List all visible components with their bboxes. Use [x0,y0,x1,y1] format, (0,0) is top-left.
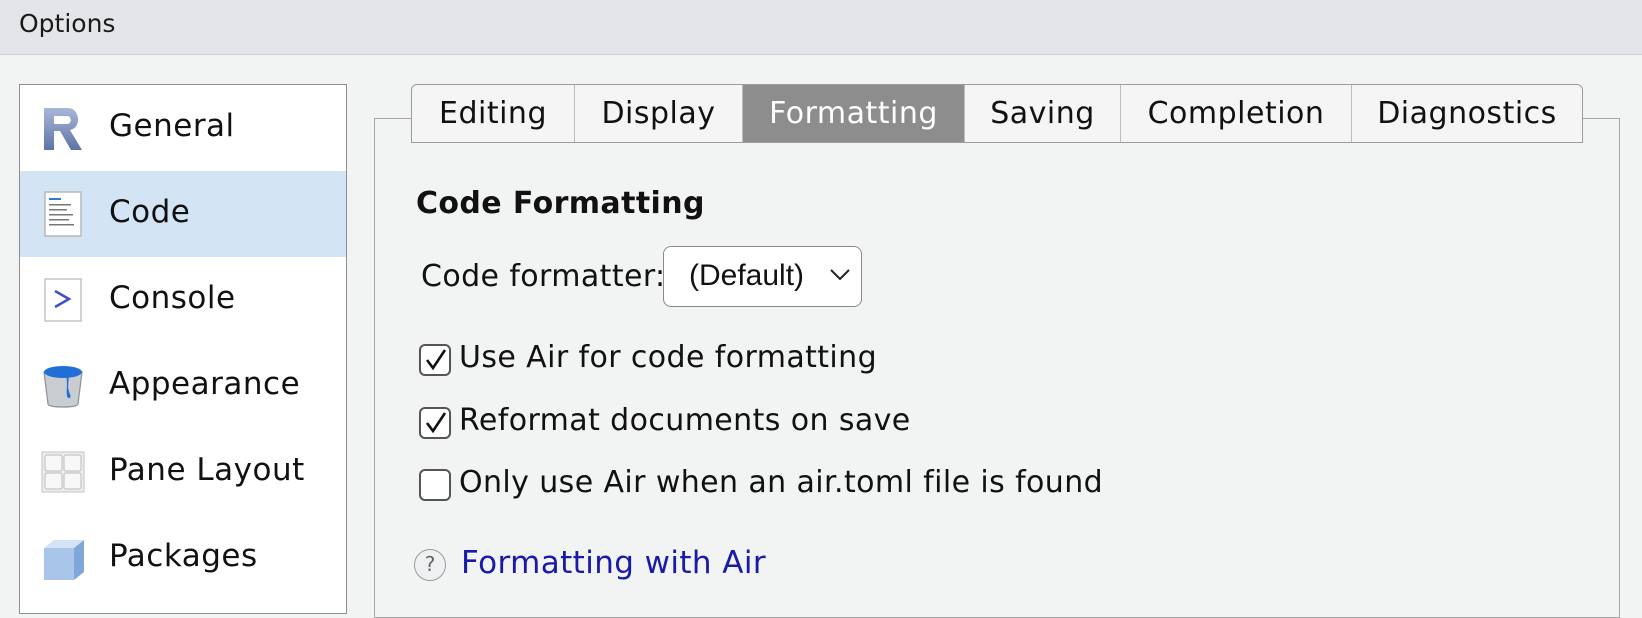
sidebar-item-pane-layout[interactable]: Pane Layout [20,429,346,515]
chevron-down-icon [829,267,851,283]
sidebar-item-general[interactable]: General [20,85,346,171]
options-sidebar: General Code Console Appearance Pane Lay… [19,84,347,614]
checkmark-icon [425,349,447,371]
use-air-label: Use Air for code formatting [459,340,878,375]
sidebar-item-label: Pane Layout [109,452,305,488]
checkmark-icon [425,412,447,434]
tab-diagnostics[interactable]: Diagnostics [1352,85,1582,142]
use-air-checkbox[interactable] [419,344,451,376]
help-question-icon[interactable]: ? [414,549,446,581]
sidebar-item-console[interactable]: Console [20,257,346,343]
sidebar-item-code[interactable]: Code [20,171,346,257]
tab-display[interactable]: Display [575,85,743,142]
paint-bucket-icon [40,362,86,410]
sidebar-item-label: Code [109,194,191,230]
reformat-on-save-label: Reformat documents on save [459,403,911,438]
code-tabs: Editing Display Formatting Saving Comple… [411,84,1583,143]
air-toml-only-checkbox[interactable] [419,469,451,501]
r-logo-icon [40,104,86,152]
tab-formatting[interactable]: Formatting [743,85,965,142]
code-file-icon [40,190,86,238]
console-prompt-icon [40,276,86,324]
code-formatter-label: Code formatter: [421,259,666,294]
tab-completion[interactable]: Completion [1121,85,1352,142]
section-title: Code Formatting [416,186,705,221]
reformat-on-save-checkbox[interactable] [419,407,451,439]
code-formatter-value: (Default) [689,259,805,292]
sidebar-item-label: General [109,108,235,144]
pane-layout-icon [40,448,86,496]
sidebar-item-label: Appearance [109,366,301,402]
formatting-with-air-link[interactable]: Formatting with Air [461,545,766,581]
code-formatter-select[interactable]: (Default) [663,246,862,307]
tab-editing[interactable]: Editing [412,85,575,142]
title-bar: Options [0,0,1642,55]
sidebar-item-label: Console [109,280,236,316]
sidebar-item-label: Packages [109,538,258,574]
sidebar-item-packages[interactable]: Packages [20,515,346,601]
air-toml-only-label: Only use Air when an air.toml file is fo… [459,465,1104,500]
window-title: Options [19,9,116,38]
tab-saving[interactable]: Saving [965,85,1121,142]
sidebar-item-appearance[interactable]: Appearance [20,343,346,429]
package-box-icon [40,534,86,582]
